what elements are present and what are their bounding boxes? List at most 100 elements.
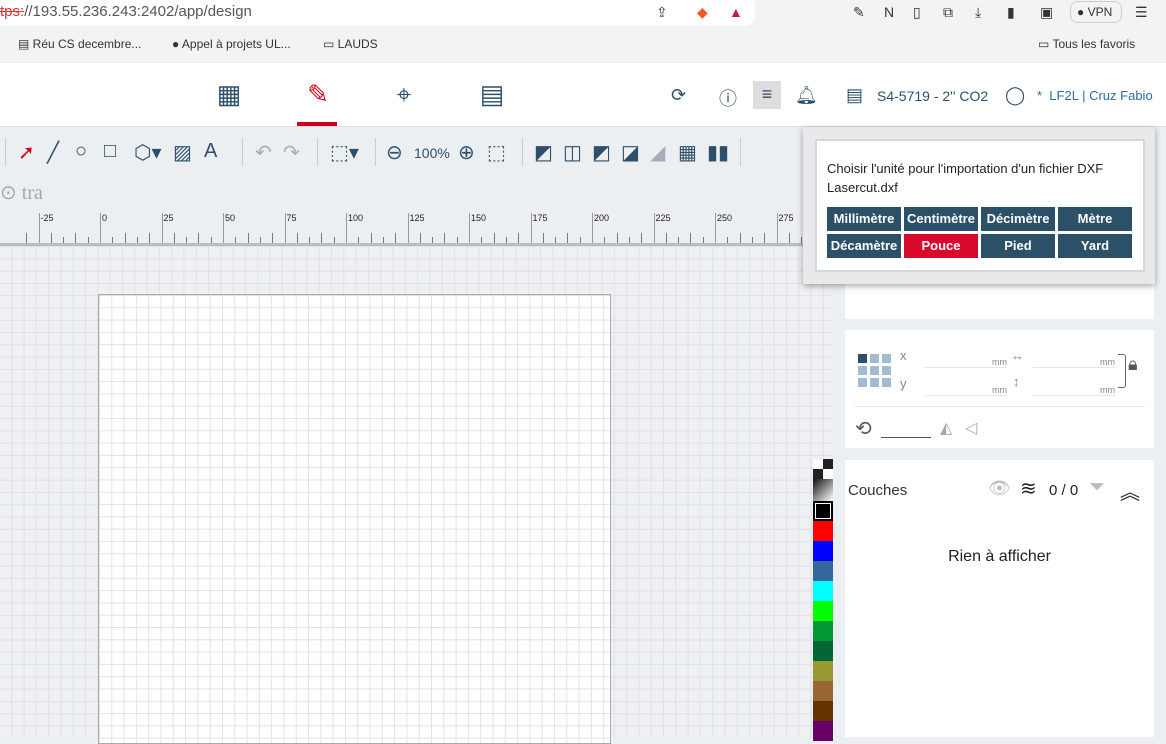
bell-icon[interactable]: 🔔︎ [795,85,818,106]
color-swatch[interactable] [813,521,833,541]
sync-settings-icon[interactable]: ⟳ [671,85,686,106]
wallet-icon[interactable]: ▣ [1040,4,1053,21]
subtract-icon[interactable]: ◫ [563,140,582,164]
unit-button[interactable]: Millimètre [827,207,901,231]
anchor-point[interactable] [870,354,879,363]
anchor-point[interactable] [882,354,891,363]
redo-icon[interactable]: ↷ [283,140,300,164]
machine-icon[interactable]: ▤ [474,79,510,115]
zoom-in-icon[interactable]: ⊕ [458,140,475,164]
rotation-input[interactable] [881,422,931,438]
zoom-out-icon[interactable]: ⊖ [386,140,403,164]
y-input[interactable]: mm [925,380,1007,396]
color-swatch[interactable] [813,641,833,661]
help-icon[interactable]: ⓘ [719,85,737,111]
color-swatch[interactable] [813,601,833,621]
color-swatch[interactable] [813,581,833,601]
unit-button[interactable]: Décamètre [827,234,901,258]
polygon-tool-icon[interactable]: ⬡▾ [134,140,162,164]
ruler-tick [653,213,655,243]
anchor-point[interactable] [870,366,879,375]
color-swatch[interactable] [813,541,833,561]
eyedropper-icon[interactable]: ✎ [853,4,865,21]
anchor-point[interactable] [858,366,867,375]
tasks-icon[interactable]: ≡ [753,81,781,109]
color-swatch[interactable] [813,701,833,721]
brave-icon[interactable]: ◆ [697,4,708,21]
anchor-point[interactable] [882,366,891,375]
undo-icon[interactable]: ↶ [255,140,272,164]
image-tool-icon[interactable]: ▨ [173,140,192,164]
ruler-label: 225 [655,213,671,223]
select-tool-icon[interactable]: ➚ [18,140,35,164]
gradient-swatch[interactable] [813,479,833,501]
flip-vertical-icon[interactable]: ◁ [965,418,977,438]
all-favorites[interactable]: ▭ Tous les favoris [1038,37,1135,51]
color-swatch[interactable] [813,621,833,641]
x-input[interactable]: mm [925,352,1007,368]
apps-icon[interactable]: ▦ [211,79,247,115]
work-area[interactable] [98,294,611,744]
collapse-icon[interactable]: ︽ [1120,476,1140,505]
height-input[interactable]: mm [1033,380,1115,396]
share-icon[interactable]: ⇪ [656,4,668,21]
menu-icon[interactable]: ☰ [1135,4,1148,21]
width-input[interactable]: mm [1033,352,1115,368]
design-icon[interactable]: ✎ [300,79,336,115]
intersect-icon[interactable]: ◩ [592,140,611,164]
unit-button[interactable]: Pied [981,234,1055,258]
machine-name[interactable]: S4-5719 - 2'' CO2 [877,88,988,104]
ruler-tick [678,237,680,243]
unit-button[interactable]: Yard [1058,234,1132,258]
transparent-swatch[interactable] [813,459,833,479]
bookmark-3[interactable]: ▭ LAUDS [323,37,378,51]
bookmark-2[interactable]: ● Appel à projets UL... [172,37,291,51]
color-swatch[interactable] [813,561,833,581]
sidebar-icon[interactable]: ▮ [1007,4,1015,21]
user-icon[interactable]: ◯ [1005,85,1025,106]
flip-horizontal-icon[interactable]: ◭ [940,418,952,438]
notion-icon[interactable]: N [884,4,894,20]
user-info[interactable]: * LF2L | Cruz Fabio [1037,88,1153,103]
anchor-point[interactable] [858,378,867,387]
vpn-button[interactable]: ● VPN [1070,1,1122,23]
anchor-point[interactable] [870,378,879,387]
rectangle-tool-icon[interactable]: □ [104,140,116,164]
ruler-tick [419,233,421,243]
filter-icon[interactable]: ⏷ [1089,476,1105,499]
union-icon[interactable]: ◩ [534,140,553,164]
ruler-tick [493,233,495,243]
horizontal-ruler[interactable]: -25 0 25 50 75 100 125 150 175 200 225 250 275 [0,210,820,246]
ruler-tick [505,237,507,243]
ruler-tick [702,237,704,243]
document-icon[interactable]: ▯ [913,4,921,21]
eye-icon[interactable]: 👁︎ [988,478,1011,499]
unit-button[interactable]: Décimètre [981,207,1055,231]
color-swatch[interactable] [813,681,833,701]
align-icon[interactable]: ▮▮ [707,140,729,164]
bookmark-1[interactable]: ▤ Réu CS decembre... [18,37,141,51]
zoom-fit-icon[interactable]: ⬚ [487,140,506,164]
anchor-point[interactable] [858,354,867,363]
color-swatch[interactable] [813,661,833,681]
exclude-icon[interactable]: ◪ [621,140,640,164]
arrange-icon[interactable]: ⬚▾ [330,140,359,164]
rewards-icon[interactable]: ▲ [729,4,743,20]
text-tool-icon[interactable]: A [204,140,217,164]
circle-tool-icon[interactable]: ○ [75,140,87,164]
unit-button[interactable]: Mètre [1058,207,1132,231]
color-swatch[interactable] [813,721,833,741]
target-icon[interactable]: ⌖ [386,79,422,115]
color-swatch[interactable] [813,501,833,521]
address-bar[interactable]: tps://193.55.236.243:2402/app/design [0,0,755,26]
download-icon[interactable]: ⤓ [975,4,981,21]
anchor-grid[interactable] [858,354,892,387]
unit-button[interactable]: Centimètre [904,207,978,231]
line-tool-icon[interactable]: ╱ [47,140,59,164]
unit-button[interactable]: Pouce [904,234,978,258]
engrave-icon[interactable]: ◢ [650,140,665,164]
anchor-point[interactable] [882,378,891,387]
puzzle-beta-icon[interactable]: ▦ [678,140,697,164]
lock-icon[interactable]: 🔒︎ [1128,354,1138,375]
extensions-icon[interactable]: ⧉ [943,4,953,21]
